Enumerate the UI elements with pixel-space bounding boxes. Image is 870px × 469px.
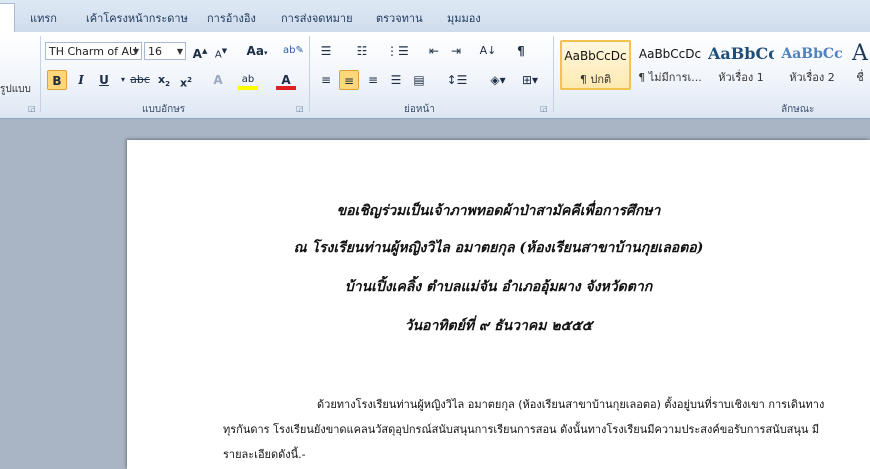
text-effects-icon[interactable]: A <box>208 70 228 90</box>
style-name: ¶ ไม่มีการเ... <box>638 71 702 84</box>
numbering-icon[interactable]: ☷ <box>352 41 372 61</box>
paragraph-launcher-icon[interactable]: ◲ <box>540 104 548 113</box>
superscript-icon[interactable]: x2 <box>176 70 196 90</box>
style-sample: AaBbCc <box>708 44 774 63</box>
increase-indent-icon[interactable]: ⇥ <box>446 41 466 61</box>
tab-references[interactable]: การอ้างอิง <box>207 9 256 27</box>
font-name-value: TH Charm of AU <box>49 45 138 58</box>
font-launcher-icon[interactable]: ◲ <box>296 104 304 113</box>
highlight-icon[interactable]: ab <box>238 70 258 90</box>
subscript-icon[interactable]: x2 <box>154 70 174 90</box>
body-paragraph-line-3: รายละเอียดดังนี้.- <box>223 448 306 461</box>
bold-icon[interactable]: B <box>47 70 67 90</box>
style-name: ¶ ปกติ <box>579 73 612 86</box>
align-left-icon[interactable]: ≡ <box>316 70 336 90</box>
group-divider <box>309 36 310 112</box>
font-size-combo[interactable]: 16 ▼ <box>144 42 186 60</box>
tab-insert[interactable]: แทรก <box>30 9 57 27</box>
bullets-icon[interactable]: ☰ <box>316 41 336 61</box>
change-case-icon[interactable]: Aa▾ <box>243 41 271 61</box>
style-heading-2[interactable]: AaBbCc หัวเรื่อง 2 <box>778 40 846 90</box>
align-right-icon[interactable]: ≡ <box>363 70 383 90</box>
chevron-down-icon[interactable]: ▼ <box>177 43 183 61</box>
tab-home[interactable] <box>0 3 15 33</box>
style-sample: A <box>852 41 868 66</box>
styles-group-label: ลักษณะ <box>781 104 815 115</box>
tab-mailings[interactable]: การส่งจดหมาย <box>281 9 353 27</box>
sort-icon[interactable]: A↓ <box>478 41 498 61</box>
font-size-value: 16 <box>148 45 162 58</box>
style-name: ชื่ <box>856 71 864 84</box>
style-name: หัวเรื่อง 1 <box>718 71 764 84</box>
group-divider <box>553 36 554 112</box>
font-name-combo[interactable]: TH Charm of AU ▼ <box>45 42 142 60</box>
decrease-indent-icon[interactable]: ⇤ <box>424 41 444 61</box>
group-divider <box>40 36 41 112</box>
style-name: หัวเรื่อง 2 <box>789 71 835 84</box>
heading-line-1: ขอเชิญร่วมเป็นเจ้าภาพทอดผ้าป่าสามัคคีเพื… <box>336 203 661 219</box>
multilevel-list-icon[interactable]: ⋮☰ <box>386 41 409 61</box>
body-paragraph-line-1: ด้วยทางโรงเรียนท่านผู้หญิงวิไล อมาตยกุล … <box>317 398 825 411</box>
ribbon: รูปแบบ ◲ TH Charm of AU ▼ 16 ▼ A▲ A▼ Aa▾… <box>0 32 870 119</box>
borders-icon[interactable]: ⊞▾ <box>516 70 544 90</box>
style-sample: AaBbCc <box>781 46 843 62</box>
heading-line-4: วันอาทิตย์ที่ ๙ ธันวาคม ๒๕๕๕ <box>404 318 593 334</box>
tab-page-layout[interactable]: เค้าโครงหน้ากระดาษ <box>86 9 188 27</box>
justify-icon[interactable]: ☰ <box>386 70 406 90</box>
heading-line-3: บ้านเปิ้งเคลิ้ง ตำบลแม่จัน อำเภออุ้มผาง … <box>344 279 653 295</box>
chevron-down-icon[interactable]: ▼ <box>133 43 139 61</box>
style-sample: AaBbCcDc <box>564 49 627 63</box>
document-page[interactable]: ขอเชิญร่วมเป็นเจ้าภาพทอดผ้าป่าสามัคคีเพื… <box>127 140 870 469</box>
font-color-icon[interactable]: A <box>276 70 296 90</box>
underline-icon[interactable]: U <box>94 70 114 90</box>
body-paragraph-line-2: ทุรกันดาร โรงเรียนยังขาดแคลนวัสดุอุปกรณ์… <box>223 423 820 436</box>
line-spacing-icon[interactable]: ↕☰ <box>443 70 471 90</box>
distributed-icon[interactable]: ▤ <box>409 70 429 90</box>
style-title[interactable]: A ชื่ <box>850 40 870 90</box>
shading-icon[interactable]: ◈▾ <box>484 70 512 90</box>
tab-view[interactable]: มุมมอง <box>447 9 481 27</box>
grow-font-icon[interactable]: A▲ <box>190 41 210 61</box>
show-marks-icon[interactable]: ¶ <box>511 41 531 61</box>
heading-line-2: ณ โรงเรียนท่านผู้หญิงวิไล อมาตยกุล (ห้อง… <box>293 240 704 256</box>
style-normal[interactable]: AaBbCcDc ¶ ปกติ <box>560 40 631 90</box>
style-no-spacing[interactable]: AaBbCcDc ¶ ไม่มีการเ... <box>634 40 706 90</box>
ribbon-tab-bar: แทรก เค้าโครงหน้ากระดาษ การอ้างอิง การส่… <box>0 0 870 33</box>
italic-icon[interactable]: I <box>71 70 91 90</box>
style-sample: AaBbCcDc <box>638 47 702 61</box>
tab-review[interactable]: ตรวจทาน <box>376 9 423 27</box>
style-heading-1[interactable]: AaBbCc หัวเรื่อง 1 <box>708 40 774 90</box>
shrink-font-icon[interactable]: A▼ <box>211 41 231 61</box>
strikethrough-icon[interactable]: abc <box>128 70 152 90</box>
clipboard-launcher-icon[interactable]: ◲ <box>28 104 36 113</box>
align-center-icon[interactable]: ≡ <box>339 70 359 90</box>
font-group-label: แบบอักษร <box>142 104 186 115</box>
clear-formatting-icon[interactable]: ab✎ <box>283 41 304 61</box>
paragraph-group-label: ย่อหน้า <box>404 104 435 115</box>
format-painter-label[interactable]: รูปแบบ <box>0 82 31 97</box>
